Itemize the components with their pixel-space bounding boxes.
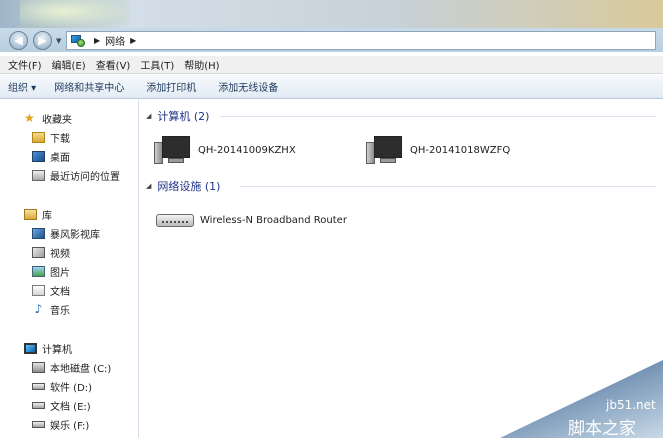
nav-drive-e[interactable]: 文档 (E:) <box>32 397 91 413</box>
back-button[interactable]: ◀ <box>9 31 28 50</box>
collapse-triangle-icon[interactable]: ◢ <box>146 112 151 120</box>
menu-view[interactable]: 查看(V) <box>96 57 131 72</box>
nav-documents[interactable]: 文档 <box>32 282 70 298</box>
breadcrumb-network[interactable]: 网络 <box>105 33 125 48</box>
music-note-icon: ♪ <box>34 301 43 316</box>
nav-videos[interactable]: 视频 <box>32 244 70 260</box>
nav-favorites[interactable]: ★ 收藏夹 <box>24 110 72 126</box>
group-header-computers[interactable]: ◢ 计算机 (2) <box>146 108 209 124</box>
nav-downloads[interactable]: 下载 <box>32 129 70 145</box>
nav-libraries[interactable]: 库 <box>24 206 52 222</box>
system-drive-icon <box>32 361 45 373</box>
menu-file[interactable]: 文件(F) <box>8 57 42 72</box>
nav-storm-video-library[interactable]: 暴风影视库 <box>32 225 100 241</box>
add-wireless-device-button[interactable]: 添加无线设备 <box>218 79 278 94</box>
documents-icon <box>32 284 45 296</box>
computer-icon <box>24 342 37 354</box>
pictures-icon <box>32 265 45 277</box>
window-titlebar <box>0 0 663 28</box>
downloads-folder-icon <box>32 131 45 143</box>
nav-music[interactable]: ♪ 音乐 <box>32 301 70 317</box>
recent-pages-dropdown-icon[interactable]: ▼ <box>56 37 63 45</box>
desktop-icon <box>32 150 45 162</box>
drive-icon <box>32 401 45 409</box>
watermark-site: jb51.net <box>606 398 656 412</box>
menu-bar: 文件(F) 编辑(E) 查看(V) 工具(T) 帮助(H) <box>0 56 663 74</box>
video-library-icon <box>32 227 45 239</box>
nav-computer[interactable]: 计算机 <box>24 340 72 356</box>
nav-recent-places[interactable]: 最近访问的位置 <box>32 167 120 183</box>
computer-icon <box>154 134 194 166</box>
star-icon: ★ <box>24 110 35 125</box>
menu-help[interactable]: 帮助(H) <box>184 57 219 72</box>
group-divider <box>220 116 656 117</box>
navigation-pane: ★ 收藏夹 下载 桌面 最近访问的位置 库 暴风影视库 视频 图片 文档 ♪ 音… <box>0 100 139 438</box>
address-row: ◀ ▶ ▼ ▶ 网络 ▶ <box>0 28 663 52</box>
drive-icon <box>32 382 45 390</box>
address-bar[interactable]: ▶ 网络 ▶ <box>66 31 656 50</box>
group-header-network-infrastructure[interactable]: ◢ 网络设施 (1) <box>146 178 220 194</box>
network-icon <box>71 34 85 47</box>
computer-icon <box>366 134 406 166</box>
computer-item-1[interactable]: QH-20141009KZHX <box>154 134 296 166</box>
watermark-brand: 脚本之家 <box>568 419 636 438</box>
network-sharing-center-button[interactable]: 网络和共享中心 <box>54 79 124 94</box>
breadcrumb-arrow-icon[interactable]: ▶ <box>130 36 136 45</box>
router-icon <box>156 210 194 230</box>
group-divider <box>240 186 656 187</box>
menu-edit[interactable]: 编辑(E) <box>52 57 86 72</box>
forward-button[interactable]: ▶ <box>33 31 52 50</box>
drive-icon <box>32 420 45 428</box>
add-printer-button[interactable]: 添加打印机 <box>146 79 196 94</box>
nav-drive-c[interactable]: 本地磁盘 (C:) <box>32 359 111 375</box>
collapse-triangle-icon[interactable]: ◢ <box>146 182 151 190</box>
content-pane: ◢ 计算机 (2) QH-20141009KZHX QH-20141018WZF… <box>140 100 663 438</box>
nav-pictures[interactable]: 图片 <box>32 263 70 279</box>
videos-icon <box>32 246 45 258</box>
breadcrumb-arrow-icon[interactable]: ▶ <box>94 36 100 45</box>
organize-button[interactable]: 组织 ▾ <box>8 79 36 94</box>
router-item[interactable]: Wireless-N Broadband Router <box>156 210 347 230</box>
command-bar: 组织 ▾ 网络和共享中心 添加打印机 添加无线设备 <box>0 75 663 99</box>
menu-tools[interactable]: 工具(T) <box>140 57 174 72</box>
nav-drive-f[interactable]: 娱乐 (F:) <box>32 416 89 432</box>
nav-drive-d[interactable]: 软件 (D:) <box>32 378 92 394</box>
computer-item-2[interactable]: QH-20141018WZFQ <box>366 134 510 166</box>
nav-desktop[interactable]: 桌面 <box>32 148 70 164</box>
titlebar-glass-reflection <box>20 0 130 28</box>
library-icon <box>24 208 37 220</box>
recent-places-icon <box>32 169 45 181</box>
